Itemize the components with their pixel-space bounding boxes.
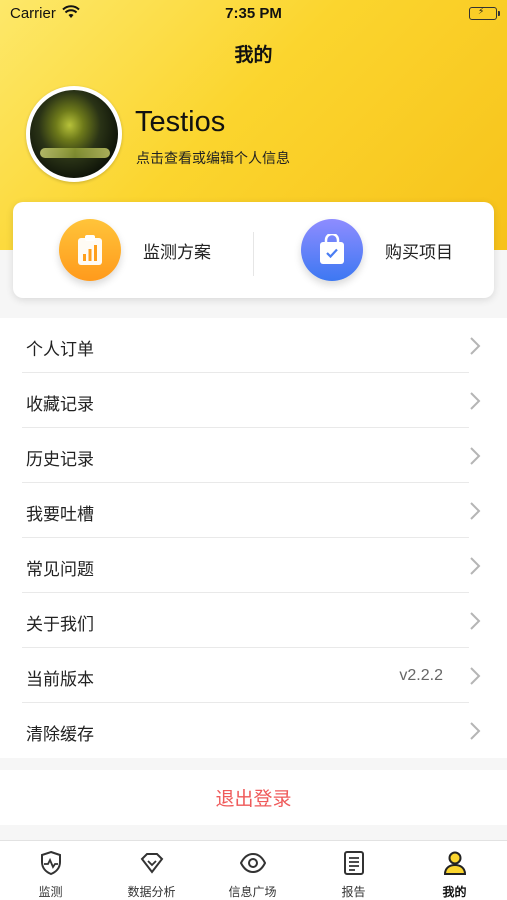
username[interactable]: Testios <box>135 106 225 139</box>
chart-clipboard-icon <box>59 219 121 281</box>
tab-mine[interactable]: 我的 <box>404 841 505 900</box>
menu-item-feedback[interactable]: 我要吐槽 <box>0 483 507 538</box>
menu-item-label: 个人订单 <box>26 340 94 360</box>
menu-item-faq[interactable]: 常见问题 <box>0 538 507 593</box>
chevron-right-icon <box>470 392 481 410</box>
settings-menu: 个人订单 收藏记录 历史记录 我要吐槽 常见问题 关于我们 当前版本 v2.2.… <box>0 318 507 758</box>
logout-label: 退出登录 <box>215 788 292 810</box>
clock: 7:35 PM <box>225 5 282 22</box>
tab-label: 我的 <box>442 885 467 899</box>
edit-profile-hint[interactable]: 点击查看或编辑个人信息 <box>136 148 290 168</box>
tab-label: 数据分析 <box>127 885 176 899</box>
avatar[interactable] <box>26 86 122 182</box>
menu-item-favorites[interactable]: 收藏记录 <box>0 373 507 428</box>
monitoring-plan-label: 监测方案 <box>143 242 211 263</box>
status-bar: Carrier 7:35 PM ⚡ <box>0 0 507 28</box>
menu-item-label: 我要吐槽 <box>26 505 94 525</box>
chevron-right-icon <box>470 667 481 685</box>
monitoring-plan-button[interactable]: 监测方案 <box>59 202 211 298</box>
menu-item-label: 清除缓存 <box>26 725 94 745</box>
tab-data-analysis[interactable]: 数据分析 <box>101 841 202 900</box>
page-title: 我的 <box>234 44 273 66</box>
chevron-right-icon <box>470 502 481 520</box>
eye-icon <box>239 852 266 874</box>
diamond-icon <box>140 853 163 874</box>
actions-divider <box>253 232 254 276</box>
purchase-items-button[interactable]: 购买项目 <box>301 202 453 298</box>
person-icon <box>443 851 466 875</box>
chevron-right-icon <box>470 612 481 630</box>
tab-info-square[interactable]: 信息广场 <box>202 841 303 900</box>
menu-item-about[interactable]: 关于我们 <box>0 593 507 648</box>
menu-item-label: 当前版本 <box>26 670 94 690</box>
battery-icon: ⚡ <box>469 7 500 20</box>
chevron-right-icon <box>470 337 481 355</box>
chevron-right-icon <box>470 722 481 740</box>
tab-monitor[interactable]: 监测 <box>0 841 101 900</box>
tab-report[interactable]: 报告 <box>303 841 404 900</box>
menu-item-label: 历史记录 <box>26 450 94 470</box>
menu-item-history[interactable]: 历史记录 <box>0 428 507 483</box>
chevron-right-icon <box>470 447 481 465</box>
menu-item-version[interactable]: 当前版本 v2.2.2 <box>0 648 507 703</box>
shield-pulse-icon <box>40 850 61 876</box>
shopping-bag-icon <box>301 219 363 281</box>
tab-label: 报告 <box>341 885 366 899</box>
document-icon <box>343 851 364 875</box>
app-root: Carrier 7:35 PM ⚡ 我的 Testios 点击查看或编辑个人信息… <box>0 0 507 900</box>
quick-actions-card: 监测方案 购买项目 <box>13 202 494 298</box>
menu-item-orders[interactable]: 个人订单 <box>0 318 507 373</box>
version-value: v2.2.2 <box>399 667 443 684</box>
logout-button[interactable]: 退出登录 <box>0 770 507 825</box>
menu-item-clear-cache[interactable]: 清除缓存 <box>0 703 507 758</box>
purchase-items-label: 购买项目 <box>385 242 453 263</box>
menu-item-label: 收藏记录 <box>26 395 94 415</box>
chevron-right-icon <box>470 557 481 575</box>
tab-label: 信息广场 <box>228 885 277 899</box>
menu-item-label: 关于我们 <box>26 615 94 635</box>
tab-label: 监测 <box>38 885 63 899</box>
menu-item-label: 常见问题 <box>26 560 94 580</box>
tab-bar: 监测 数据分析 信息广场 报告 我的 <box>0 840 507 900</box>
